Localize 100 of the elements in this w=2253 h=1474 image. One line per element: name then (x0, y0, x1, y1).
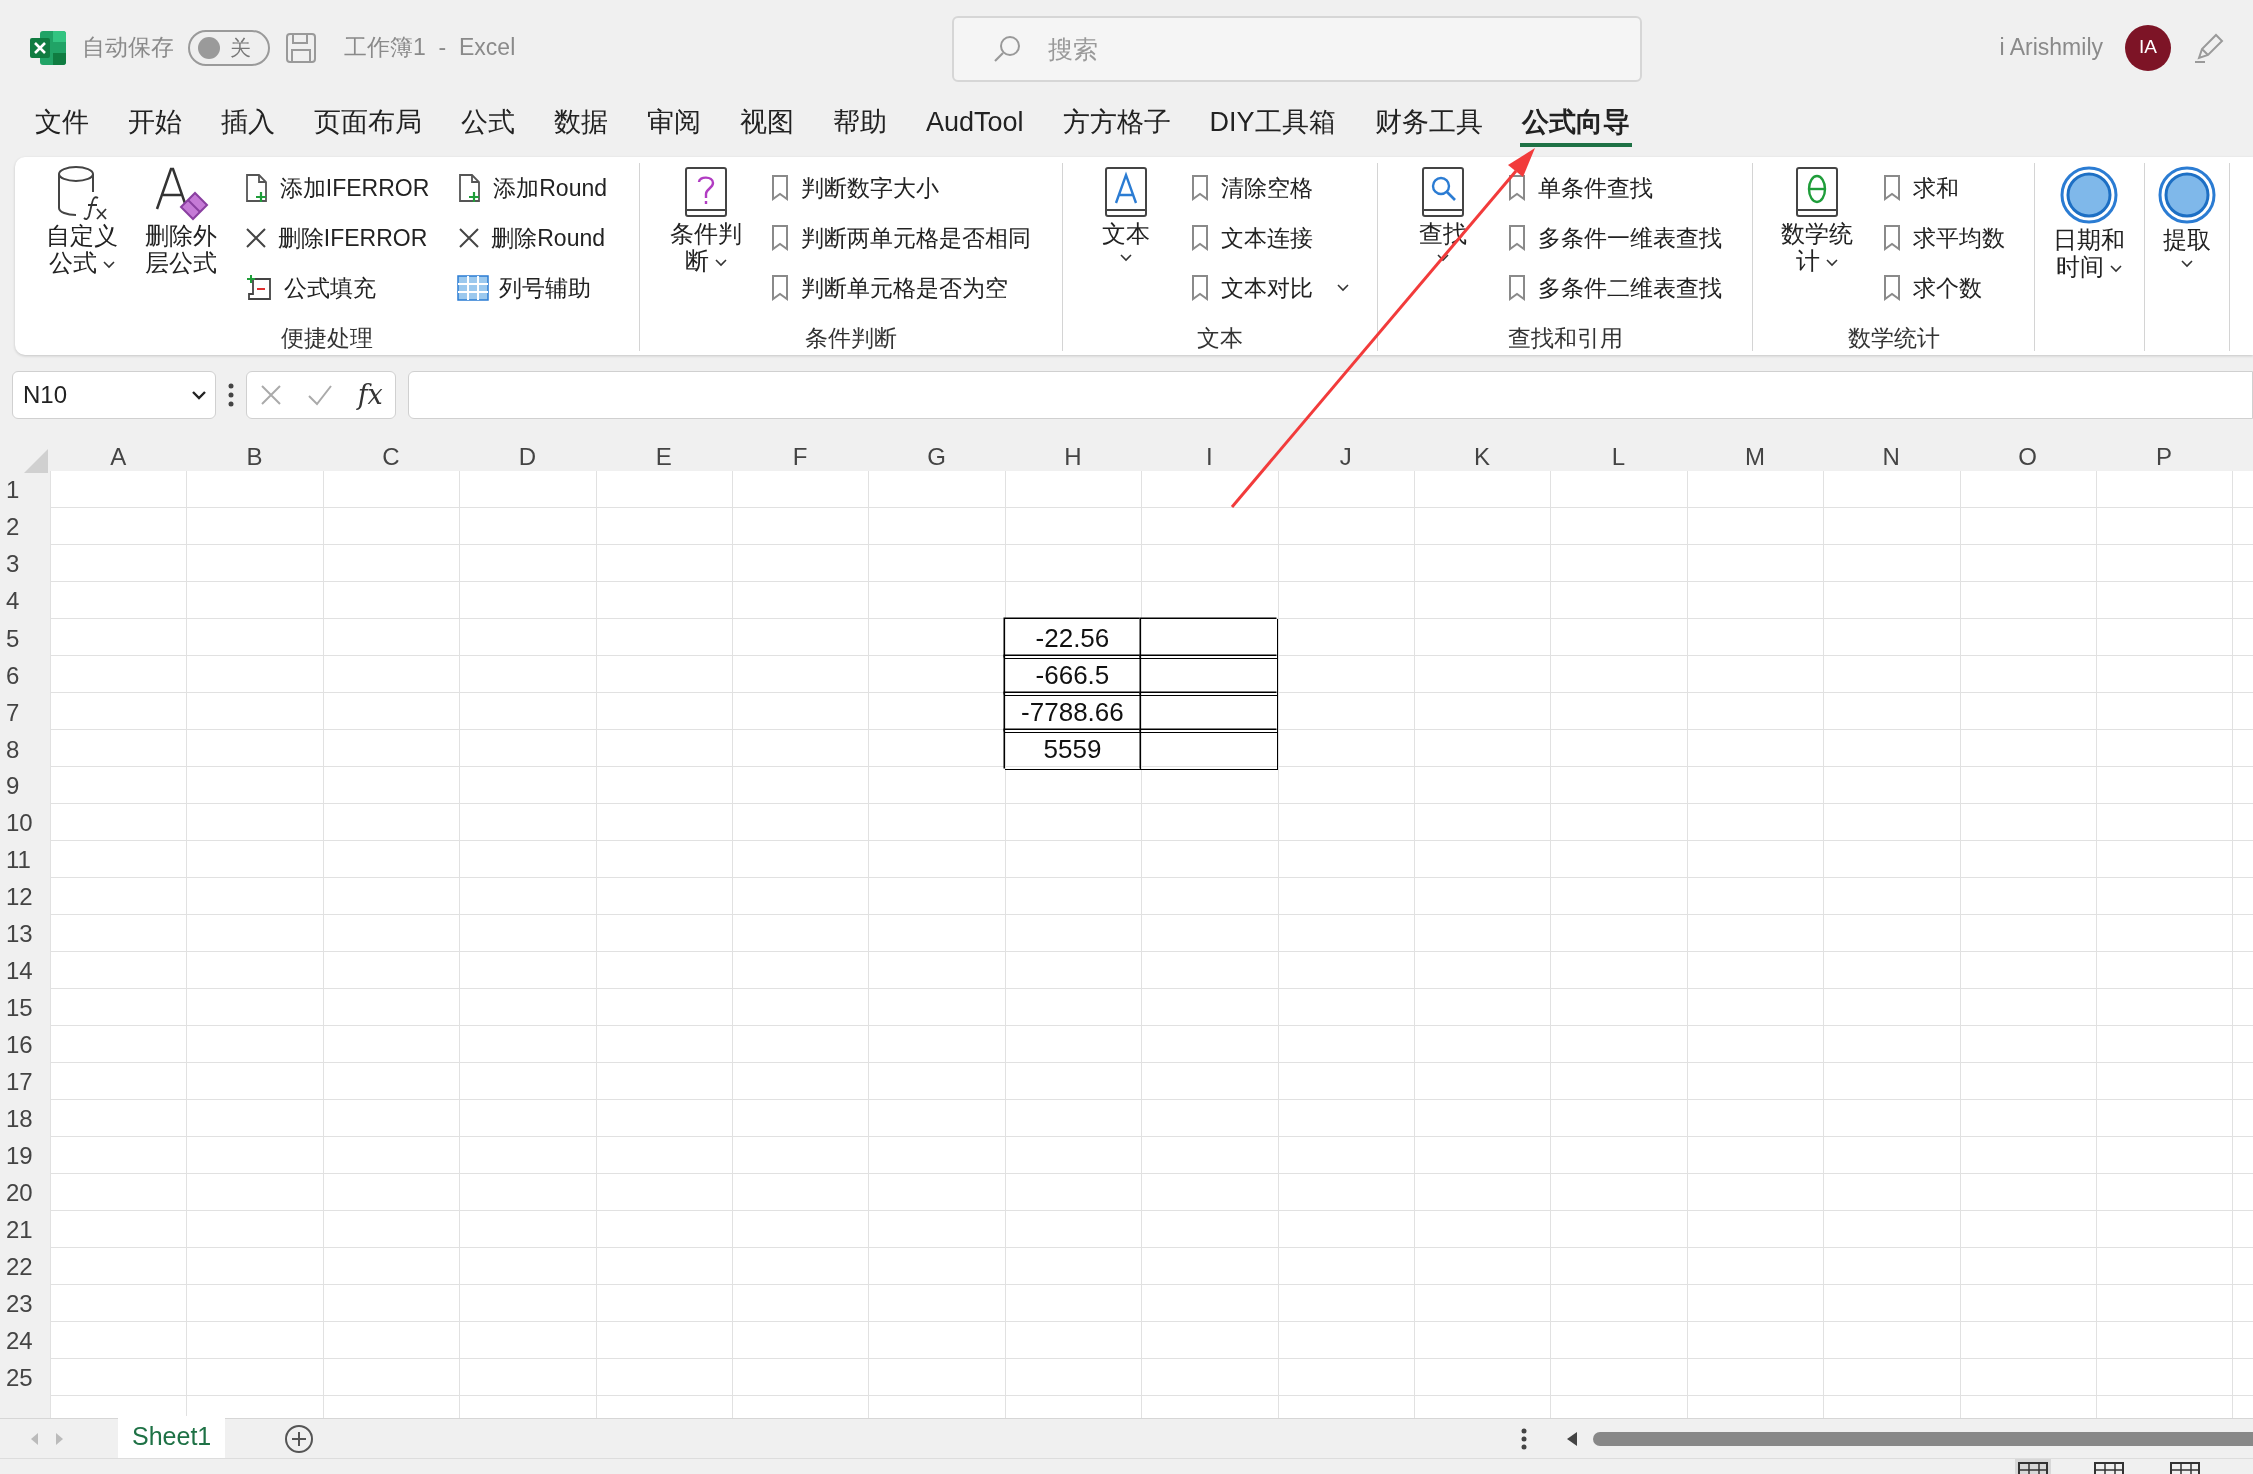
row-header[interactable]: 17 (0, 1063, 50, 1100)
ribbon-tab[interactable]: 审阅 (645, 103, 703, 147)
ribbon-button[interactable]: 日期和时间 (2050, 163, 2129, 283)
column-header[interactable]: D (459, 439, 596, 475)
ribbon-button[interactable]: 条件判断 (666, 163, 746, 277)
column-header[interactable]: A (50, 439, 187, 475)
row-header[interactable]: 5 (0, 619, 50, 659)
table-cell[interactable]: -666.5 (1004, 656, 1142, 696)
table-cell[interactable] (1141, 693, 1278, 733)
column-header[interactable]: N (1823, 439, 1960, 475)
table-cell[interactable]: -22.56 (1004, 619, 1142, 659)
row-header[interactable]: 23 (0, 1285, 50, 1322)
table-cell[interactable] (1141, 730, 1278, 770)
row-header[interactable]: 1 (0, 471, 50, 508)
ribbon-tab[interactable]: 帮助 (831, 103, 889, 147)
autosave-toggle[interactable]: 关 (188, 29, 270, 66)
user-avatar[interactable]: IA (2125, 24, 2171, 71)
column-header[interactable]: H (1004, 439, 1142, 475)
column-header[interactable]: O (1959, 439, 2096, 475)
ribbon-button[interactable]: 判断两单元格是否相同 (765, 220, 1036, 256)
scroll-left-icon[interactable] (1565, 1429, 1579, 1448)
row-header[interactable]: 19 (0, 1137, 50, 1174)
ribbon-tab[interactable]: AudTool (924, 103, 1026, 147)
row-header[interactable]: 4 (0, 582, 50, 619)
ribbon-button[interactable]: 添加IFERROR (239, 170, 434, 206)
ribbon-button[interactable]: 提取 (2147, 163, 2227, 270)
ribbon-tab[interactable]: 公式向导 (1519, 103, 1632, 147)
row-header[interactable]: 24 (0, 1322, 50, 1359)
row-header[interactable]: 21 (0, 1211, 50, 1248)
search-field[interactable]: 搜索 (952, 16, 1642, 82)
ribbon-button[interactable]: 单条件查找 (1502, 170, 1727, 206)
ribbon-button[interactable]: 判断单元格是否为空 (765, 270, 1036, 306)
more-icon[interactable] (228, 382, 234, 408)
column-header[interactable]: F (731, 439, 869, 475)
ribbon-button[interactable]: 删除IFERROR (239, 220, 434, 256)
ribbon-button[interactable]: 文本 (1086, 163, 1166, 264)
more-icon[interactable] (1521, 1426, 1527, 1451)
table-cell[interactable] (1141, 656, 1278, 696)
column-header[interactable]: C (322, 439, 460, 475)
row-header[interactable]: 10 (0, 804, 50, 841)
column-header[interactable]: J (1277, 439, 1414, 475)
table-cell[interactable] (1141, 619, 1278, 659)
ribbon-tab[interactable]: DIY工具箱 (1207, 103, 1338, 147)
ribbon-tab[interactable]: 视图 (738, 103, 796, 147)
row-header[interactable]: 18 (0, 1100, 50, 1137)
page-layout-icon[interactable] (2091, 1459, 2127, 1474)
ribbon-button[interactable]: 求个数 (1876, 270, 2009, 306)
column-header[interactable]: M (1686, 439, 1824, 475)
ribbon-button[interactable]: 数学统计 (1778, 163, 1857, 277)
ribbon-tab[interactable]: 方方格子 (1060, 103, 1173, 147)
add-sheet-icon[interactable] (283, 1422, 316, 1455)
ribbon-button[interactable]: 文本连接 (1185, 220, 1354, 256)
row-header[interactable]: 22 (0, 1248, 50, 1285)
row-header[interactable]: 6 (0, 656, 50, 696)
table-cell[interactable]: -7788.66 (1004, 693, 1142, 733)
normal-view-icon[interactable] (2015, 1459, 2051, 1474)
row-header[interactable]: 13 (0, 915, 50, 952)
ribbon-tab[interactable]: 财务工具 (1372, 103, 1485, 147)
insert-function-button[interactable]: fx (357, 374, 383, 416)
column-header[interactable]: K (1413, 439, 1551, 475)
ribbon-tab[interactable]: 插入 (219, 103, 277, 147)
page-break-icon[interactable] (2167, 1459, 2203, 1474)
row-header[interactable]: 11 (0, 841, 50, 878)
column-header[interactable]: L (1550, 439, 1687, 475)
row-header[interactable]: 2 (0, 508, 50, 545)
column-header[interactable]: E (595, 439, 732, 475)
ribbon-button[interactable]: 添加Round (453, 170, 612, 206)
sheet-tab[interactable]: Sheet1 (118, 1416, 226, 1461)
ribbon-button[interactable]: 删除Round (453, 220, 612, 256)
ribbon-tab[interactable]: 公式 (459, 103, 517, 147)
ribbon-button[interactable]: 列号辅助 (453, 270, 612, 306)
row-header[interactable]: 12 (0, 878, 50, 915)
row-header[interactable]: 8 (0, 730, 50, 770)
column-header[interactable]: I (1141, 439, 1278, 475)
ribbon-button[interactable]: 求平均数 (1876, 220, 2009, 256)
ribbon-button[interactable]: 多条件二维表查找 (1502, 270, 1727, 306)
name-box[interactable]: N10 (12, 371, 216, 419)
column-header[interactable]: G (868, 439, 1005, 475)
ribbon-button[interactable]: 文本对比 (1185, 270, 1354, 306)
row-header[interactable]: 25 (0, 1359, 50, 1396)
ribbon-tab[interactable]: 数据 (552, 103, 610, 147)
column-header[interactable]: B (186, 439, 323, 475)
ribbon-button[interactable]: 公式填充 (239, 270, 434, 306)
ribbon-button[interactable]: 求和 (1876, 170, 2009, 206)
ribbon-button[interactable]: 自定义公式 (42, 163, 122, 279)
ribbon-button[interactable]: 判断数字大小 (765, 170, 1036, 206)
formula-input[interactable] (408, 371, 2253, 419)
column-header[interactable]: P (2095, 439, 2233, 475)
row-header[interactable]: 15 (0, 989, 50, 1026)
row-header[interactable]: 16 (0, 1026, 50, 1063)
row-header[interactable]: 20 (0, 1174, 50, 1211)
row-header[interactable]: 3 (0, 545, 50, 582)
check-icon[interactable] (307, 384, 334, 406)
ribbon-button[interactable]: 多条件一维表查找 (1502, 220, 1727, 256)
ribbon-tab[interactable]: 开始 (126, 103, 184, 147)
ribbon-button[interactable]: 删除外层公式 (141, 163, 220, 279)
ribbon-button[interactable]: 清除空格 (1185, 170, 1354, 206)
row-header[interactable]: 9 (0, 767, 50, 804)
row-header[interactable]: 7 (0, 693, 50, 733)
ribbon-tab[interactable]: 页面布局 (312, 103, 424, 147)
